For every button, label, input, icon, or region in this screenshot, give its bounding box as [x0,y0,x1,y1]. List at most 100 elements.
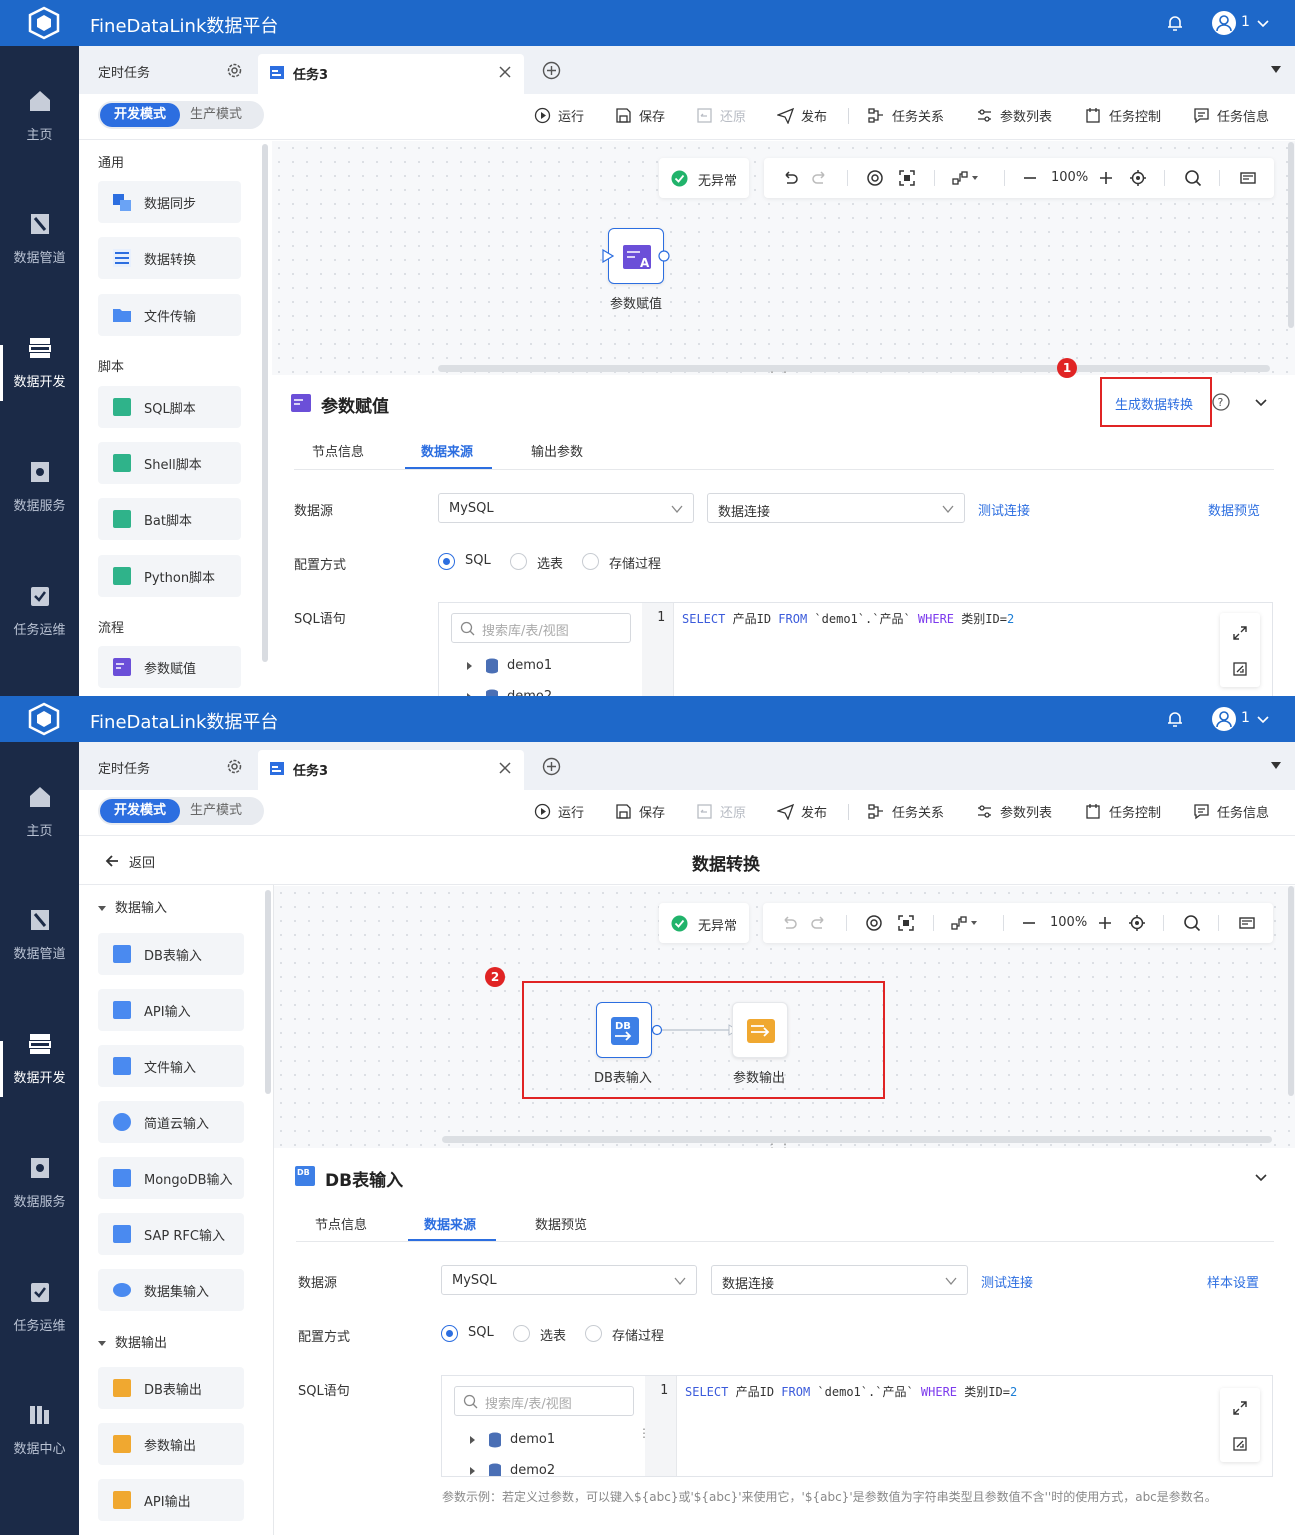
search-icon[interactable] [1183,914,1201,932]
palette-item-assign[interactable]: 参数赋值 [98,646,241,688]
nav-dev[interactable]: 数据开发 [0,1031,79,1131]
zoom-in-icon[interactable] [1097,169,1115,187]
output-port-icon[interactable] [658,250,670,262]
locate-icon[interactable] [1128,914,1146,932]
palette-item-mongodb-input[interactable]: MongoDB输入 [98,1157,244,1199]
tab-data-preview[interactable]: 数据预览 [535,1214,587,1233]
bell-icon[interactable] [1165,709,1185,729]
user-name[interactable]: 1 [1241,710,1250,726]
nav-datacenter[interactable]: 数据中心 [0,1402,79,1502]
palette-item-sql[interactable]: SQL脚本 [98,386,241,428]
sql-code[interactable]: SELECT 产品ID FROM `demo1`.`产品` WHERE 类别ID… [685,1383,1017,1400]
data-preview-link[interactable]: 数据预览 [1208,500,1260,519]
undo-icon[interactable] [780,914,798,932]
chevron-down-icon[interactable] [1254,1170,1268,1184]
close-icon[interactable] [498,65,512,79]
tab-task3[interactable]: 任务3 [258,54,524,94]
mode-switch[interactable]: 开发模式 生产模式 [98,101,264,129]
palette-item-api-input[interactable]: API输入 [98,989,244,1031]
palette-item-db-output[interactable]: DB表输出 [98,1367,244,1409]
palette-item-file-input[interactable]: 文件输入 [98,1045,244,1087]
chevron-down-icon[interactable] [1254,395,1268,409]
undo-icon[interactable] [781,169,799,187]
datasource-type-select[interactable]: MySQL [441,1265,697,1295]
palette-group-output[interactable]: 数据输出 [98,1332,167,1351]
avatar[interactable] [1212,707,1236,731]
locate-icon[interactable] [1129,169,1147,187]
tab-data-source[interactable]: 数据来源 [421,441,473,460]
palette-group-input[interactable]: 数据输入 [98,897,167,916]
palette-item-sap-input[interactable]: SAP RFC输入 [98,1213,244,1255]
redo-icon[interactable] [810,914,828,932]
tab-node-info[interactable]: 节点信息 [315,1214,367,1233]
palette-item-jiandaoyun-input[interactable]: 简道云输入 [98,1101,244,1143]
canvas-v-scrollbar[interactable] [1288,886,1294,1096]
palette-item-bat[interactable]: Bat脚本 [98,498,241,540]
mode-switch[interactable]: 开发模式 生产模式 [98,797,264,825]
user-name[interactable]: 1 [1241,14,1250,30]
zoom-in-icon[interactable] [1096,914,1114,932]
gear-icon[interactable] [226,758,243,775]
datasource-type-select[interactable]: MySQL [438,493,694,523]
layout-icon[interactable] [951,914,981,932]
gear-icon[interactable] [226,62,243,79]
caret-down-icon[interactable] [1271,66,1281,74]
nav-pipeline[interactable]: 数据管道 [0,907,79,1007]
tab-task3[interactable]: 任务3 [258,750,524,790]
fit-icon[interactable] [897,914,915,932]
bell-icon[interactable] [1165,13,1185,33]
palette-item-db-input[interactable]: DB表输入 [98,933,244,975]
eye-icon[interactable] [865,914,883,932]
node-param-assign[interactable]: A 参数赋值 [602,228,670,318]
eye-icon[interactable] [866,169,884,187]
palette-item-file[interactable]: 文件传输 [98,294,241,336]
close-icon[interactable] [498,761,512,775]
connection-select[interactable]: 数据连接 [711,1265,968,1295]
palette-scrollbar[interactable] [262,144,268,662]
canvas-h-scrollbar[interactable] [442,1136,1272,1143]
sample-settings-link[interactable]: 样本设置 [1207,1272,1259,1291]
mode-dev[interactable]: 开发模式 [100,799,180,823]
sql-code[interactable]: SELECT 产品ID FROM `demo1`.`产品` WHERE 类别ID… [682,610,1014,627]
chevron-down-icon[interactable] [1256,712,1270,726]
zoom-out-icon[interactable] [1020,914,1038,932]
canvas-h-scrollbar[interactable] [438,365,1270,372]
palette-item-sync[interactable]: 数据同步 [98,181,241,223]
avatar[interactable] [1212,11,1236,35]
palette-item-param-output[interactable]: 参数输出 [98,1423,244,1465]
nav-ops[interactable]: 任务运维 [0,1279,79,1379]
caret-down-icon[interactable] [1271,762,1281,770]
add-tab-icon[interactable] [542,757,561,776]
search-icon[interactable] [1184,169,1202,187]
mode-prod[interactable]: 生产模式 [190,799,260,823]
tab-scheduled[interactable]: 定时任务 [79,742,257,790]
tab-node-info[interactable]: 节点信息 [312,441,364,460]
minimap-icon[interactable] [1239,169,1257,187]
palette-scrollbar[interactable] [265,890,271,1094]
dag-canvas[interactable]: 无异常 100% A 参数赋值 [272,141,1295,383]
palette-item-dataset-input[interactable]: 数据集输入 [98,1269,244,1311]
connection-select[interactable]: 数据连接 [707,493,965,523]
zoom-out-icon[interactable] [1021,169,1039,187]
nav-home[interactable]: 主页 [0,784,79,884]
nav-home[interactable]: 主页 [0,88,79,188]
mode-dev[interactable]: 开发模式 [100,103,180,127]
canvas-v-scrollbar[interactable] [1288,142,1294,328]
palette-item-shell[interactable]: Shell脚本 [98,442,241,484]
test-connection-link[interactable]: 测试连接 [981,1272,1033,1291]
expand-icon[interactable] [1232,625,1248,641]
add-tab-icon[interactable] [542,61,561,80]
redo-icon[interactable] [811,169,829,187]
palette-item-transform[interactable]: 数据转换 [98,237,241,279]
expand-icon[interactable] [1232,1400,1248,1416]
nav-ops[interactable]: 任务运维 [0,583,79,683]
nav-pipeline[interactable]: 数据管道 [0,211,79,311]
tab-output-params[interactable]: 输出参数 [531,441,583,460]
mode-prod[interactable]: 生产模式 [190,103,260,127]
chevron-down-icon[interactable] [1256,16,1270,30]
tree-search-input[interactable]: 搜索库/表/视图 [451,613,631,643]
tab-scheduled[interactable]: 定时任务 [79,46,257,94]
palette-item-api-output[interactable]: API输出 [98,1479,244,1521]
test-connection-link[interactable]: 测试连接 [978,500,1030,519]
layout-icon[interactable] [952,169,982,187]
